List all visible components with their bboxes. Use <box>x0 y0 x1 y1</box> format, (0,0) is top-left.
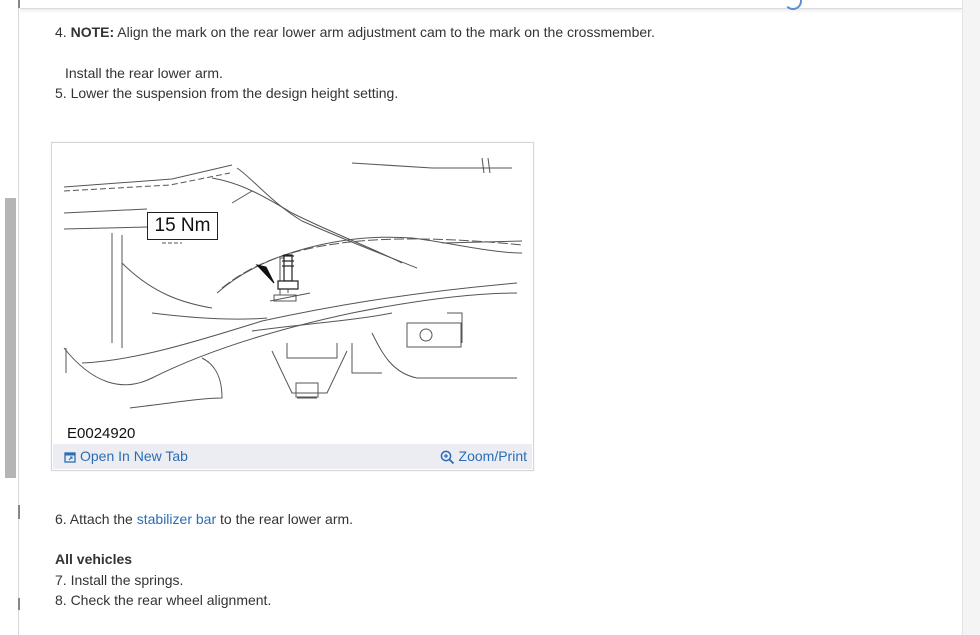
magnifier-plus-icon <box>440 450 454 464</box>
note-text: Align the mark on the rear lower arm adj… <box>117 24 655 40</box>
left-edge-mark <box>18 505 20 519</box>
top-toolbar-edge <box>20 0 962 10</box>
left-edge-mark <box>18 598 20 610</box>
figure-code: E0024920 <box>67 425 136 442</box>
step-8: 8. Check the rear wheel alignment. <box>55 592 272 608</box>
right-scroll-track[interactable] <box>962 0 980 635</box>
step-4: 4. NOTE: Align the mark on the rear lowe… <box>55 22 655 42</box>
section-heading: All vehicles <box>55 551 133 567</box>
rear-lower-arm-illustration <box>63 157 523 409</box>
figure-footer: Open In New Tab Zoom/Print <box>53 444 532 469</box>
illustration-figure: 15 Nm E0024920 Open In New Tab Zoom/Prin… <box>51 142 534 471</box>
step-4-instruction: Install the rear lower arm. <box>65 65 223 81</box>
step-4-number: 4. <box>55 24 67 40</box>
zoom-print-link[interactable]: Zoom/Print <box>440 448 527 465</box>
step-6-suffix: to the rear lower arm. <box>216 511 354 527</box>
open-new-tab-icon <box>64 452 76 463</box>
scrollbar-thumb[interactable] <box>5 198 16 478</box>
torque-callout: 15 Nm <box>147 212 218 240</box>
step-5: 5. Lower the suspension from the design … <box>55 85 399 101</box>
stabilizer-bar-link[interactable]: stabilizer bar <box>137 511 216 527</box>
step-6-prefix: 6. Attach the <box>55 511 137 527</box>
arrow-pointer <box>255 264 275 284</box>
loading-icon <box>784 0 802 10</box>
open-in-new-tab-label: Open In New Tab <box>80 448 188 464</box>
step-7: 7. Install the springs. <box>55 572 184 588</box>
step-6: 6. Attach the stabilizer bar to the rear… <box>55 509 353 529</box>
open-in-new-tab-link[interactable]: Open In New Tab <box>64 448 188 464</box>
note-label: NOTE: <box>70 24 115 40</box>
zoom-print-label: Zoom/Print <box>458 448 527 464</box>
